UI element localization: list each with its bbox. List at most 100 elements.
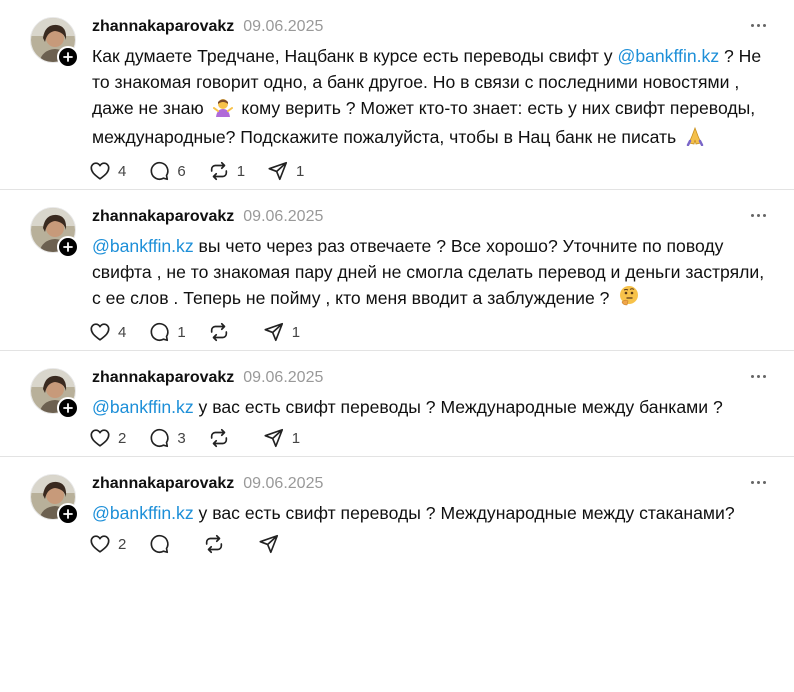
like-button[interactable]: 4	[89, 321, 126, 343]
reply-button[interactable]: 3	[148, 427, 186, 449]
post-text: @bankffin.kz вы чето через раз отвечаете…	[92, 233, 770, 314]
like-count: 4	[118, 323, 127, 341]
post-actions: 4 6 1 1	[89, 153, 770, 189]
follow-button[interactable]	[57, 397, 79, 419]
post-text: @bankffin.kz у вас есть свифт переводы ?…	[92, 394, 770, 420]
post-text: @bankffin.kz у вас есть свифт переводы ?…	[92, 500, 770, 526]
comment-icon	[150, 322, 169, 342]
share-icon	[268, 161, 288, 181]
post-content: zhannakaparovakz 09.06.2025 Как думаете …	[89, 15, 770, 189]
like-button[interactable]: 2	[89, 533, 126, 555]
comment-icon	[150, 161, 169, 181]
share-icon	[264, 322, 283, 342]
repost-button[interactable]	[203, 533, 236, 555]
reply-count: 6	[177, 162, 186, 180]
post-content: zhannakaparovakz 09.06.2025 @bankffin.kz…	[89, 366, 770, 456]
post-header: zhannakaparovakz 09.06.2025	[92, 472, 770, 496]
more-icon-dot	[750, 374, 754, 378]
like-button[interactable]: 2	[89, 427, 126, 449]
like-count: 2	[118, 535, 127, 553]
more-options-button[interactable]	[748, 369, 768, 383]
reply-button[interactable]: 6	[148, 160, 186, 182]
share-button[interactable]: 1	[263, 427, 300, 449]
post-actions: 4 1 1	[89, 314, 770, 350]
share-icon	[259, 534, 279, 554]
post-date[interactable]: 09.06.2025	[243, 208, 323, 226]
post-date[interactable]: 09.06.2025	[243, 475, 323, 493]
more-options-button[interactable]	[748, 208, 768, 222]
more-icon-dot	[756, 213, 760, 217]
username[interactable]: zhannakaparovakz	[92, 475, 234, 493]
more-icon-dot	[750, 23, 754, 27]
avatar-container[interactable]	[30, 474, 79, 525]
repost-button[interactable]	[208, 427, 241, 449]
more-icon-dot	[762, 213, 766, 217]
post-date[interactable]: 09.06.2025	[243, 369, 323, 387]
mention-link[interactable]: @bankffin.kz	[92, 397, 194, 417]
avatar-container[interactable]	[30, 207, 79, 258]
thread-feed: zhannakaparovakz 09.06.2025 Как думаете …	[0, 0, 794, 562]
thinking-face-emoji	[618, 285, 640, 314]
plus-icon	[63, 403, 73, 413]
plus-icon	[63, 509, 73, 519]
text-segment: у вас есть свифт переводы ? Международны…	[193, 397, 723, 417]
post-text: Как думаете Тредчане, Нацбанк в курсе ес…	[92, 43, 770, 153]
repost-icon	[210, 161, 227, 181]
share-count: 1	[291, 429, 301, 447]
heart-icon	[90, 162, 110, 180]
follow-button[interactable]	[57, 46, 79, 68]
more-icon-dot	[756, 480, 760, 484]
post: zhannakaparovakz 09.06.2025 @bankffin.kz…	[0, 190, 794, 351]
like-button[interactable]: 4	[89, 160, 126, 182]
post-header: zhannakaparovakz 09.06.2025	[92, 205, 770, 229]
post-content: zhannakaparovakz 09.06.2025 @bankffin.kz…	[89, 472, 770, 562]
more-icon-dot	[750, 480, 754, 484]
more-options-button[interactable]	[748, 475, 768, 489]
text-segment: вы чето через раз отвечаете ? Все хорошо…	[92, 236, 765, 308]
post-actions: 2 3 1	[89, 420, 770, 456]
post-content: zhannakaparovakz 09.06.2025 @bankffin.kz…	[89, 205, 770, 350]
repost-button[interactable]: 1	[208, 160, 245, 182]
share-count: 1	[296, 162, 305, 180]
share-icon	[264, 428, 283, 448]
heart-icon	[90, 535, 110, 553]
like-count: 2	[118, 429, 127, 447]
repost-icon	[206, 534, 223, 554]
username[interactable]: zhannakaparovakz	[92, 369, 234, 387]
comment-icon	[150, 534, 169, 554]
post-date[interactable]: 09.06.2025	[243, 18, 323, 36]
username[interactable]: zhannakaparovakz	[92, 18, 234, 36]
repost-icon	[210, 322, 227, 342]
avatar-container[interactable]	[30, 368, 79, 419]
more-icon-dot	[756, 374, 760, 378]
like-count: 4	[118, 162, 127, 180]
reply-count: 1	[177, 323, 186, 341]
more-icon-dot	[762, 23, 766, 27]
text-segment: Как думаете Тредчане, Нацбанк в курсе ес…	[92, 46, 618, 66]
more-icon-dot	[756, 23, 760, 27]
username[interactable]: zhannakaparovakz	[92, 208, 234, 226]
post: zhannakaparovakz 09.06.2025 Как думаете …	[0, 0, 794, 190]
more-icon-dot	[762, 480, 766, 484]
share-button[interactable]: 1	[263, 321, 300, 343]
more-icon-dot	[750, 213, 754, 217]
post-header: zhannakaparovakz 09.06.2025	[92, 15, 770, 39]
mention-link[interactable]: @bankffin.kz	[617, 46, 719, 66]
post-actions: 2	[89, 526, 770, 562]
mention-link[interactable]: @bankffin.kz	[92, 236, 194, 256]
heart-icon	[90, 429, 110, 447]
plus-icon	[63, 52, 73, 62]
reply-button[interactable]: 1	[148, 321, 186, 343]
share-button[interactable]	[258, 533, 291, 555]
more-icon-dot	[762, 374, 766, 378]
avatar-container[interactable]	[30, 17, 79, 68]
share-button[interactable]: 1	[267, 160, 304, 182]
repost-button[interactable]	[208, 321, 241, 343]
heart-icon	[90, 323, 110, 341]
post: zhannakaparovakz 09.06.2025 @bankffin.kz…	[0, 351, 794, 457]
more-options-button[interactable]	[748, 18, 768, 32]
mention-link[interactable]: @bankffin.kz	[92, 503, 194, 523]
follow-button[interactable]	[57, 236, 79, 258]
follow-button[interactable]	[57, 503, 79, 525]
reply-button[interactable]	[148, 533, 181, 555]
